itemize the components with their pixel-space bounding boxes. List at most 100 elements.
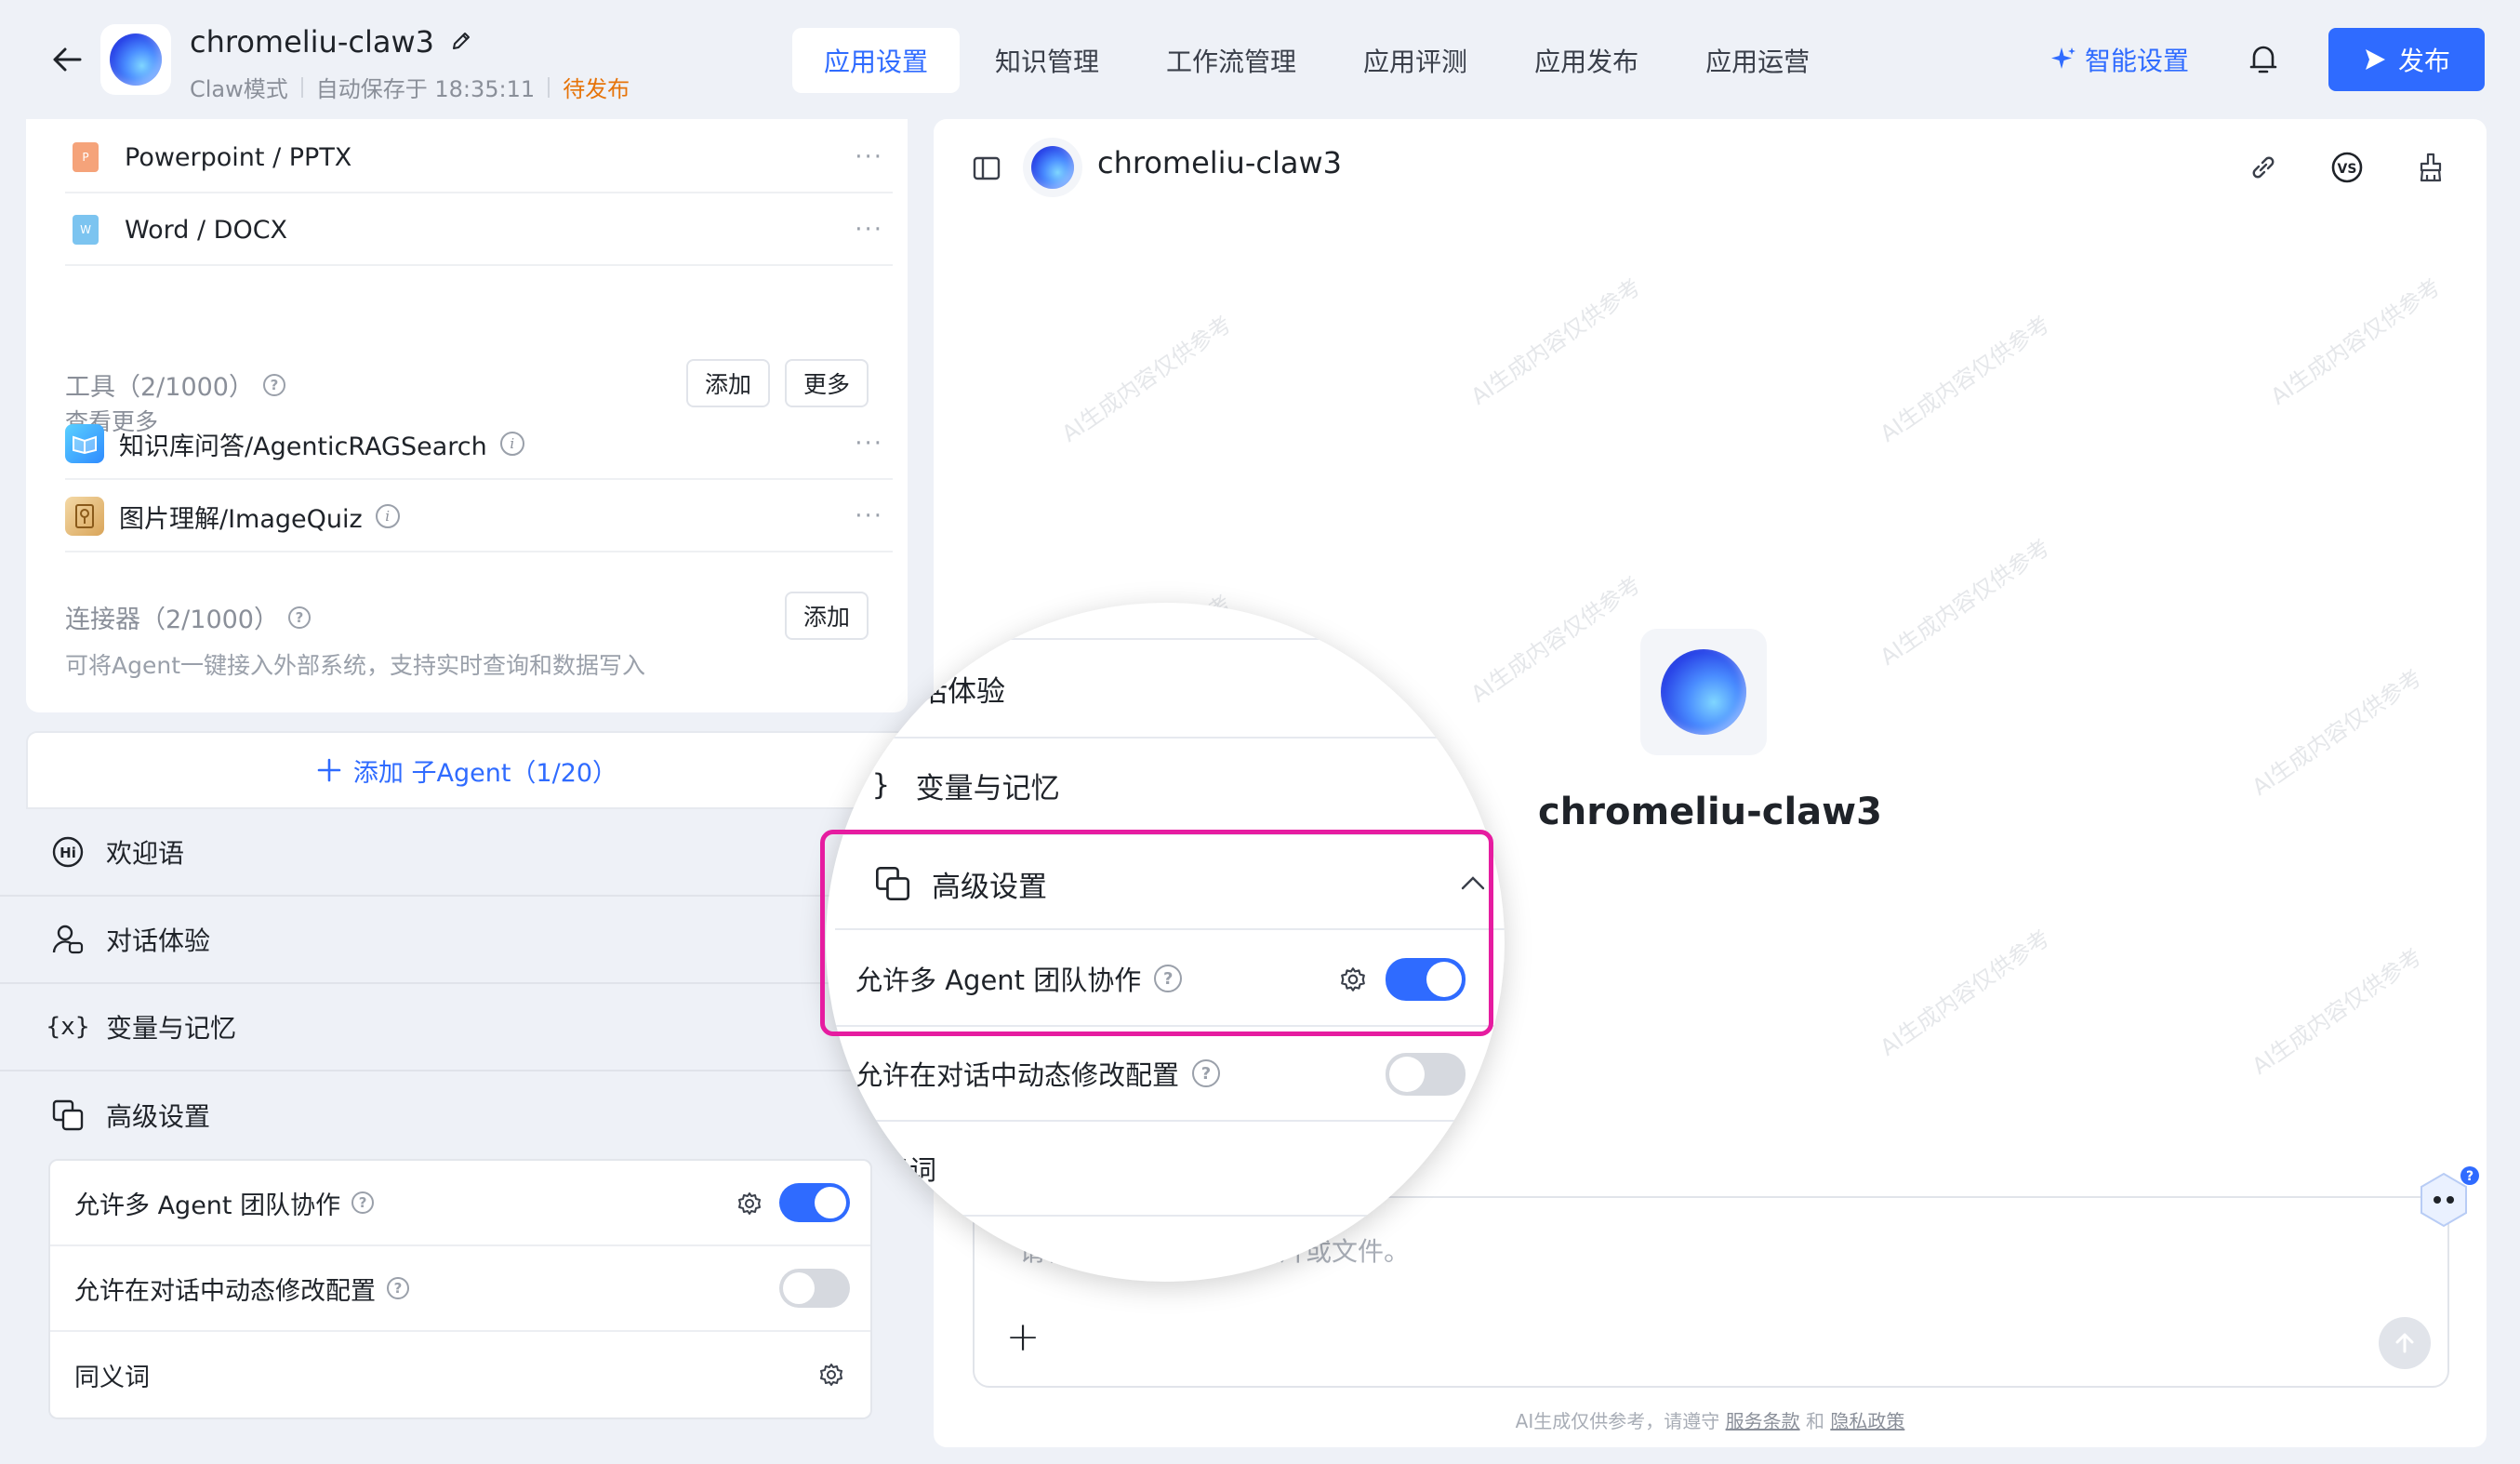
footer-and: 和: [1805, 1410, 1824, 1432]
back-arrow-icon[interactable]: [48, 41, 86, 78]
tab-workflow[interactable]: 工作流管理: [1134, 28, 1328, 93]
svg-text:?: ?: [2466, 1169, 2474, 1184]
add-tool-button[interactable]: 添加: [686, 359, 770, 407]
tool-label: 知识库问答/AgenticRAGSearch: [119, 432, 487, 461]
connectors-title: 连接器（2/1000）: [65, 606, 279, 634]
publish-label: 发布: [2397, 46, 2450, 76]
watermark-text: AI生成内容仅供参考: [1875, 925, 2055, 1061]
zoom-magnifier: 话体验 } 变量与记忆 高级设置 允许多 Agent 团队协作 ? 允许在对话中…: [826, 603, 1505, 1282]
zoom-label: 话体验: [919, 674, 1005, 709]
section-conversation[interactable]: 对话体验: [0, 897, 908, 984]
sidebar-toggle-icon[interactable]: [973, 156, 1001, 180]
section-advanced[interactable]: 高级设置: [0, 1071, 908, 1159]
send-button[interactable]: [2379, 1317, 2431, 1369]
section-label: 欢迎语: [106, 838, 185, 869]
link-icon[interactable]: [2245, 149, 2282, 186]
vs-compare-icon[interactable]: VS: [2328, 149, 2366, 186]
footer-prefix: AI生成仅供参考，请遵守: [1515, 1410, 1720, 1432]
connectors-section-title: 连接器（2/1000） ?: [65, 599, 311, 635]
more-dots-icon[interactable]: ···: [855, 143, 883, 171]
tab-app-settings[interactable]: 应用设置: [792, 28, 961, 93]
status-badge: 待发布: [563, 76, 630, 102]
add-sub-agent-label: 添加 子Agent（1/20）: [352, 758, 618, 788]
top-header: chromeliu-claw3 Claw模式 自动保存于 18:35:11 待发…: [0, 0, 2520, 119]
tab-publish[interactable]: 应用发布: [1503, 28, 1670, 93]
terms-link[interactable]: 服务条款: [1726, 1410, 1800, 1432]
help-icon[interactable]: ?: [387, 1277, 409, 1299]
chevron-up-icon[interactable]: [1460, 874, 1486, 891]
publish-button[interactable]: 发布: [2328, 28, 2485, 91]
zoom-row-advanced[interactable]: 高级设置: [826, 854, 1505, 913]
add-sub-agent-button[interactable]: 添加 子Agent（1/20）: [26, 731, 908, 809]
file-label: Powerpoint / PPTX: [125, 142, 352, 172]
help-icon[interactable]: ?: [1154, 965, 1183, 992]
tab-operations[interactable]: 应用运营: [1674, 28, 1841, 93]
connectors-description: 可将Agent一键接入外部系统，支持实时查询和数据写入: [65, 652, 646, 679]
bell-icon[interactable]: [2248, 43, 2278, 76]
more-tools-button[interactable]: 更多: [785, 359, 869, 407]
section-welcome[interactable]: Hi 欢迎语: [0, 809, 908, 897]
advanced-copy-icon: [876, 867, 909, 900]
more-dots-icon[interactable]: ···: [855, 430, 883, 458]
setting-label: 允许在对话中动态修改配置: [74, 1276, 376, 1306]
docx-file-icon: W: [73, 215, 99, 245]
watermark-text: AI生成内容仅供参考: [1875, 311, 2055, 447]
privacy-link[interactable]: 隐私政策: [1830, 1410, 1904, 1432]
gear-icon[interactable]: [1339, 965, 1367, 993]
main-nav-tabs: 应用设置 知识管理 工作流管理 应用评测 应用发布 应用运营: [792, 28, 1845, 93]
hi-icon: Hi: [50, 834, 86, 870]
section-label: 变量与记忆: [106, 1013, 237, 1044]
list-item[interactable]: P Powerpoint / PPTX ···: [65, 123, 893, 193]
knowledge-book-icon: [65, 424, 104, 463]
smart-settings-button[interactable]: 智能设置: [2049, 41, 2189, 78]
zoom-label: 允许在对话中动态修改配置: [855, 1059, 1180, 1091]
sparkle-icon: [2051, 47, 2076, 69]
attach-plus-icon[interactable]: +: [1002, 1317, 1043, 1360]
dynamic-config-toggle[interactable]: [1386, 1053, 1466, 1096]
app-meta: Claw模式 自动保存于 18:35:11 待发布: [190, 71, 630, 103]
help-icon[interactable]: ?: [288, 606, 311, 629]
watermark-text: AI生成内容仅供参考: [1875, 534, 2055, 671]
info-icon[interactable]: i: [499, 432, 524, 456]
zoom-label: 变量与记忆: [915, 771, 1060, 805]
more-dots-icon[interactable]: ···: [855, 216, 883, 244]
tab-evaluation[interactable]: 应用评测: [1332, 28, 1499, 93]
more-dots-icon[interactable]: ···: [855, 502, 883, 530]
dynamic-config-toggle[interactable]: [779, 1269, 850, 1308]
setting-row-dynamic-config: 允许在对话中动态修改配置 ?: [50, 1246, 870, 1332]
smart-settings-label: 智能设置: [2085, 46, 2190, 76]
multi-agent-toggle[interactable]: [1386, 958, 1466, 1001]
zoom-row-multi-agent: 允许多 Agent 团队协作 ?: [826, 949, 1505, 1008]
info-icon[interactable]: i: [375, 504, 400, 528]
gear-icon[interactable]: [818, 1362, 844, 1388]
list-item[interactable]: 图片理解/ImageQuiz i ···: [65, 482, 893, 552]
app-avatar: [100, 24, 171, 95]
variable-icon: }: [872, 768, 890, 802]
help-icon[interactable]: ?: [1192, 1059, 1221, 1087]
assistant-bot-icon[interactable]: ?: [2414, 1166, 2481, 1233]
list-item[interactable]: W Word / DOCX ···: [65, 195, 893, 266]
app-name: chromeliu-claw3: [190, 24, 434, 60]
help-icon[interactable]: ?: [351, 1191, 375, 1214]
divider: [300, 76, 303, 98]
help-icon[interactable]: ?: [263, 373, 285, 396]
watermark-text: AI生成内容仅供参考: [2247, 943, 2427, 1080]
zoom-label: 允许多 Agent 团队协作: [855, 965, 1142, 996]
svg-text:Hi: Hi: [60, 845, 76, 861]
zoom-row-conversation: 话体验: [826, 660, 1505, 716]
list-item[interactable]: 知识库问答/AgenticRAGSearch i ···: [65, 409, 893, 480]
add-connector-button[interactable]: 添加: [785, 592, 869, 640]
watermark-text: AI生成内容仅供参考: [2265, 273, 2446, 410]
footer-disclaimer: AI生成仅供参考，请遵守 服务条款 和 隐私政策: [934, 1406, 2487, 1433]
edit-pencil-icon[interactable]: [450, 30, 472, 52]
setting-row-synonyms: 同义词: [50, 1332, 870, 1417]
section-variables[interactable]: {x} 变量与记忆: [0, 984, 908, 1071]
preview-avatar: [1023, 138, 1082, 197]
zoom-label: 同义词: [855, 1154, 937, 1186]
clear-broom-icon[interactable]: [2412, 149, 2449, 186]
gear-icon[interactable]: [736, 1191, 763, 1217]
setting-label: 同义词: [74, 1363, 150, 1392]
tab-knowledge[interactable]: 知识管理: [963, 28, 1131, 93]
preview-title: chromeliu-claw3: [1097, 145, 1342, 180]
svg-text:VS: VS: [2338, 162, 2357, 177]
